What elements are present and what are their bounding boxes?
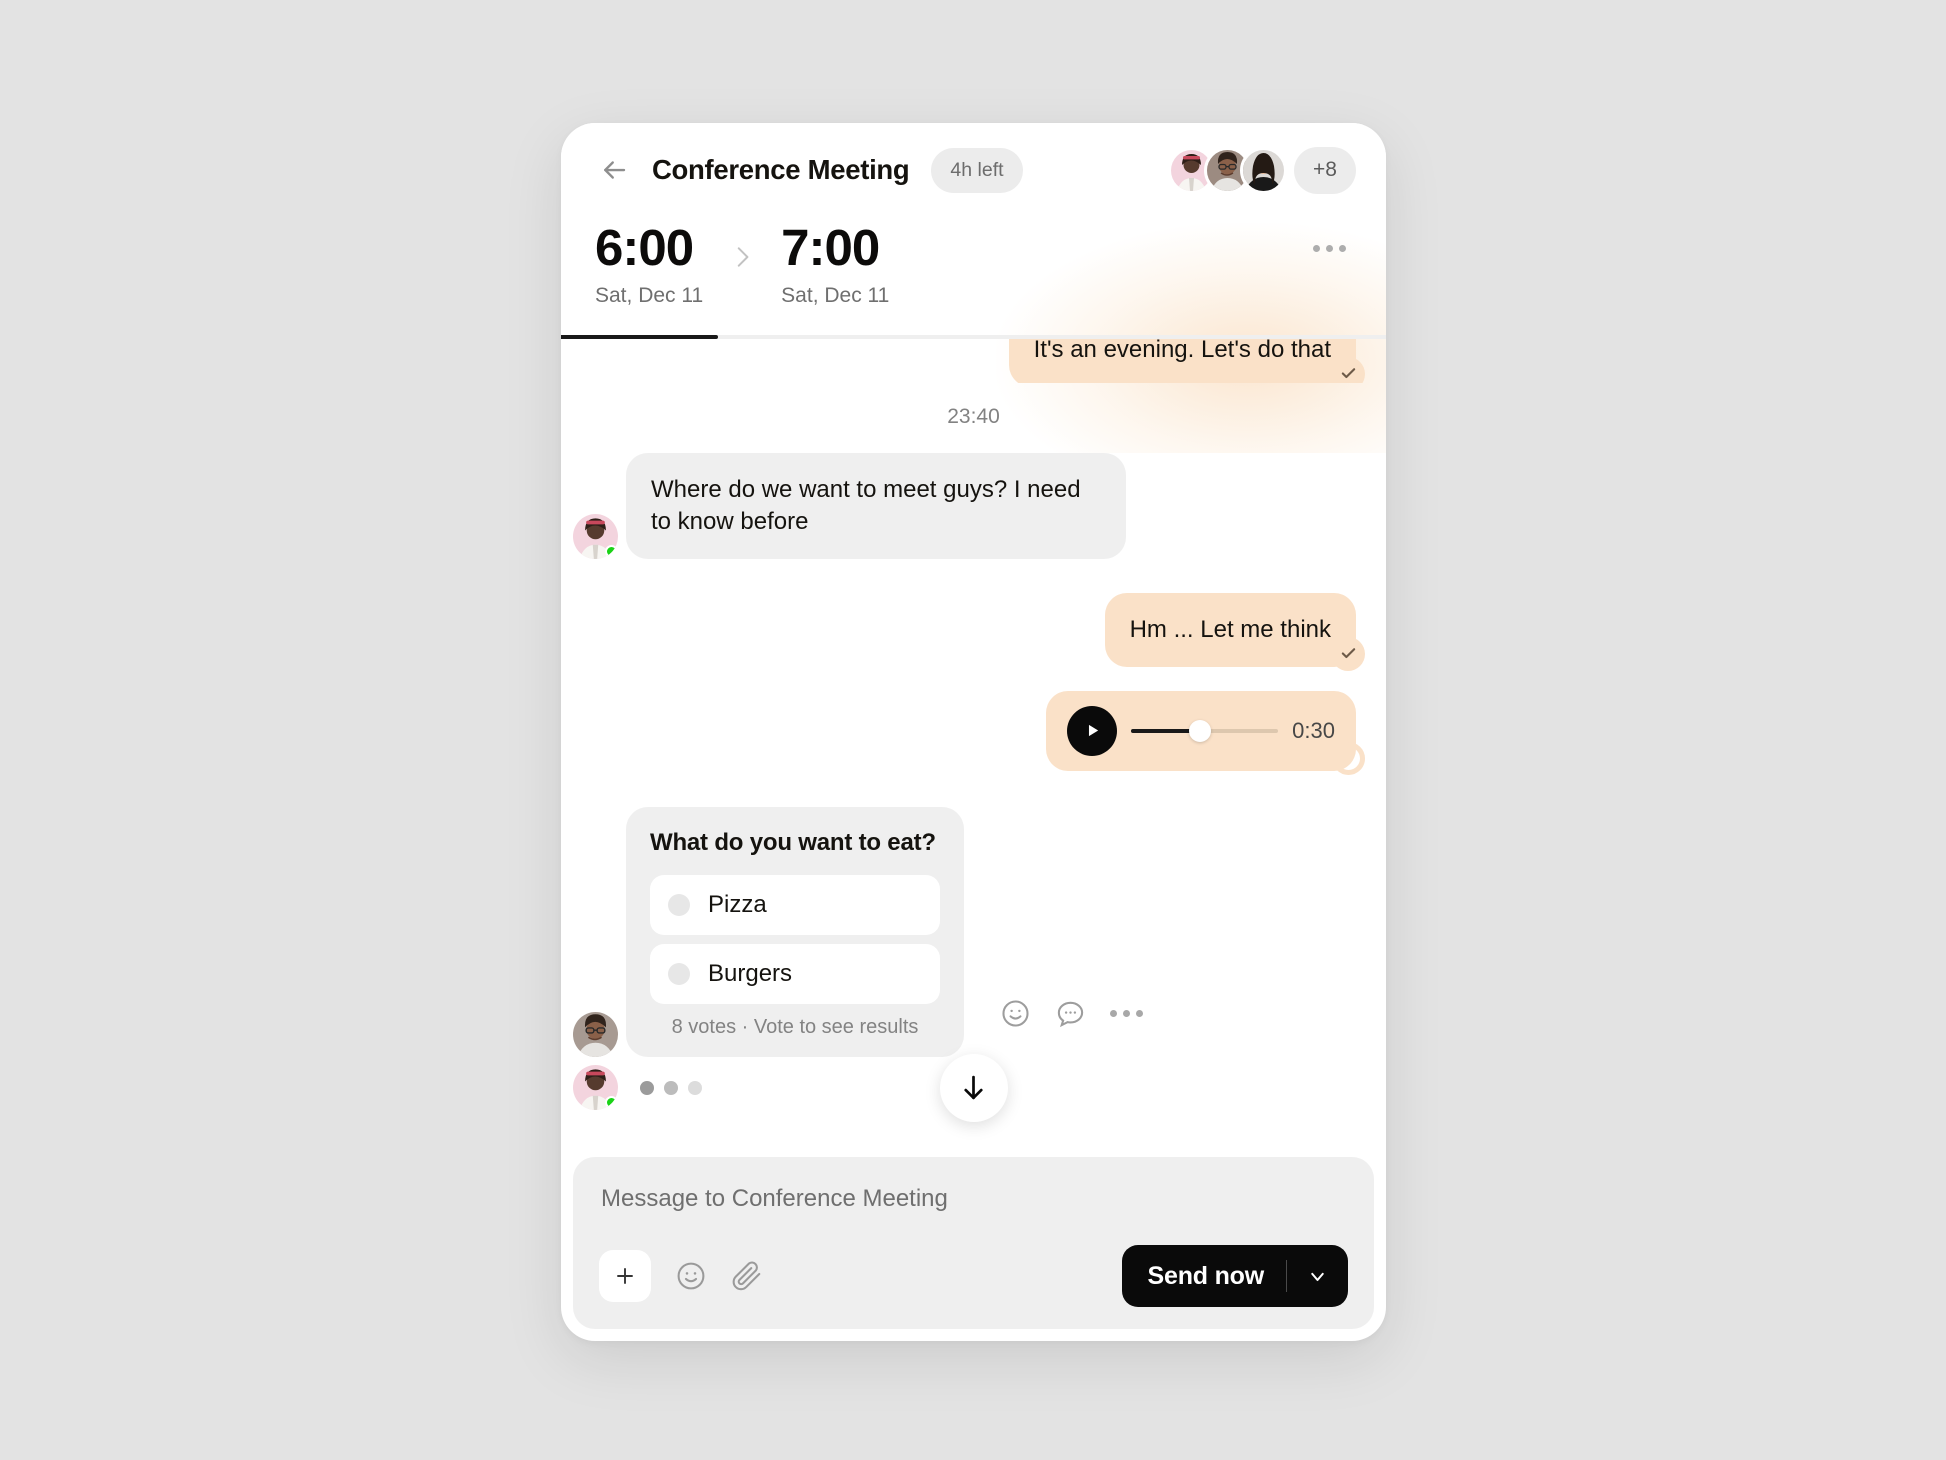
more-horizontal-icon bbox=[1110, 1009, 1117, 1017]
send-button[interactable]: Send now bbox=[1121, 1245, 1348, 1307]
message-timestamp: 23:40 bbox=[947, 405, 1000, 428]
typing-dots bbox=[640, 1080, 702, 1095]
chevron-right-icon bbox=[729, 231, 755, 283]
composer-toolbar: Send now bbox=[599, 1245, 1348, 1307]
avatar[interactable] bbox=[573, 513, 618, 559]
start-time-value: 6:00 bbox=[595, 219, 694, 276]
message-input[interactable]: Message to Conference Meeting bbox=[599, 1183, 1348, 1245]
play-icon bbox=[1084, 722, 1101, 739]
message-bubble[interactable]: It's an evening. Let's do that bbox=[1008, 339, 1356, 383]
add-attachment-button[interactable] bbox=[599, 1250, 651, 1302]
poll-question: What do you want to eat? bbox=[650, 828, 936, 856]
typing-dot bbox=[664, 1080, 678, 1095]
message-row: Hm ... Let me think bbox=[561, 592, 1386, 671]
meeting-time-row: 6:00 Sat, Dec 11 7:00 Sat, Dec 11 bbox=[561, 193, 1386, 308]
header-more-button[interactable] bbox=[1305, 237, 1354, 260]
attach-file-button[interactable] bbox=[731, 1260, 763, 1292]
participant-avatar-stack: +8 bbox=[1168, 146, 1356, 194]
more-horizontal-icon bbox=[1339, 245, 1346, 252]
voice-duration: 0:30 bbox=[1292, 717, 1335, 743]
poll-option[interactable]: Burgers bbox=[650, 943, 940, 1004]
more-horizontal-icon bbox=[1123, 1009, 1130, 1017]
back-button[interactable] bbox=[593, 149, 635, 191]
poll-option-label: Pizza bbox=[708, 890, 767, 918]
meeting-end-time[interactable]: 7:00 Sat, Dec 11 bbox=[781, 221, 889, 308]
message-list: It's an evening. Let's do that 23:40 Whe… bbox=[561, 339, 1386, 1157]
voice-progress-knob[interactable] bbox=[1189, 719, 1212, 742]
reply-icon bbox=[1055, 998, 1086, 1029]
voice-message-player[interactable]: 0:30 bbox=[1046, 690, 1356, 771]
send-button-label: Send now bbox=[1147, 1261, 1265, 1290]
meeting-start-time[interactable]: 6:00 Sat, Dec 11 bbox=[595, 221, 703, 308]
outgoing-message-wrapper: Hm ... Let me think bbox=[1104, 592, 1365, 671]
voice-progress-track[interactable] bbox=[1131, 719, 1279, 742]
avatar[interactable] bbox=[573, 1065, 618, 1111]
end-date-value: Sat, Dec 11 bbox=[781, 283, 890, 307]
message-status-badge[interactable] bbox=[1331, 356, 1365, 383]
radio-icon bbox=[668, 962, 690, 985]
message-row-clipped: It's an evening. Let's do that bbox=[561, 339, 1386, 383]
poll-option[interactable]: Pizza bbox=[650, 874, 940, 935]
send-options-button[interactable] bbox=[1287, 1266, 1348, 1287]
chat-header: Conference Meeting 4h left +8 6:00 Sat, … bbox=[561, 123, 1386, 453]
message-hover-actions bbox=[1000, 998, 1143, 1029]
typing-dot bbox=[688, 1080, 702, 1095]
arrow-left-icon bbox=[599, 155, 629, 185]
more-horizontal-icon bbox=[1136, 1009, 1143, 1017]
poll-option-label: Burgers bbox=[708, 959, 793, 987]
chevron-down-icon bbox=[1307, 1266, 1328, 1287]
message-composer: Message to Conference Meeting Send now bbox=[573, 1157, 1374, 1329]
outgoing-message-wrapper: It's an evening. Let's do that bbox=[1008, 339, 1365, 383]
message-more-button[interactable] bbox=[1110, 1009, 1143, 1017]
online-status-dot bbox=[605, 544, 618, 558]
typing-indicator-row bbox=[561, 1053, 1386, 1122]
scroll-progress-bar[interactable] bbox=[561, 335, 1386, 339]
reply-button[interactable] bbox=[1055, 998, 1086, 1029]
emoji-button[interactable] bbox=[675, 1260, 707, 1292]
scroll-to-bottom-button[interactable] bbox=[939, 1053, 1008, 1122]
react-button[interactable] bbox=[1000, 998, 1031, 1029]
page-title: Conference Meeting bbox=[652, 154, 910, 185]
smiley-icon bbox=[1000, 998, 1031, 1029]
participants-overflow-count[interactable]: +8 bbox=[1294, 146, 1356, 194]
header-top-row: Conference Meeting 4h left +8 bbox=[561, 123, 1386, 194]
message-row-voice: 0:30 bbox=[561, 690, 1386, 775]
more-horizontal-icon bbox=[1313, 245, 1320, 252]
poll-card[interactable]: What do you want to eat? Pizza Burgers 8… bbox=[626, 806, 964, 1057]
typing-dot bbox=[640, 1080, 654, 1095]
time-left-badge[interactable]: 4h left bbox=[931, 147, 1023, 193]
smiley-icon bbox=[675, 1260, 707, 1292]
message-row-poll: What do you want to eat? Pizza Burgers 8… bbox=[561, 806, 1386, 1057]
outgoing-voice-wrapper: 0:30 bbox=[1046, 690, 1365, 775]
message-row: Where do we want to meet guys? I need to… bbox=[561, 453, 1386, 559]
message-status-badge[interactable] bbox=[1331, 636, 1365, 671]
radio-icon bbox=[668, 893, 690, 916]
more-horizontal-icon bbox=[1326, 245, 1333, 252]
online-status-dot bbox=[605, 1096, 618, 1110]
message-bubble[interactable]: Where do we want to meet guys? I need to… bbox=[626, 453, 1126, 559]
avatar[interactable] bbox=[1240, 146, 1287, 194]
scroll-progress-fill bbox=[561, 335, 718, 339]
play-button[interactable] bbox=[1067, 705, 1117, 756]
arrow-down-icon bbox=[958, 1072, 989, 1103]
chat-window: Conference Meeting 4h left +8 6:00 Sat, … bbox=[561, 123, 1386, 1341]
plus-icon bbox=[613, 1264, 637, 1288]
poll-vote-meta: 8 votes · Vote to see results bbox=[671, 1015, 919, 1038]
end-time-value: 7:00 bbox=[781, 219, 880, 276]
paperclip-icon bbox=[731, 1260, 763, 1292]
message-status-badge-pending[interactable] bbox=[1332, 741, 1365, 775]
start-date-value: Sat, Dec 11 bbox=[595, 283, 704, 307]
avatar[interactable] bbox=[573, 1011, 618, 1057]
message-bubble[interactable]: Hm ... Let me think bbox=[1104, 592, 1356, 667]
